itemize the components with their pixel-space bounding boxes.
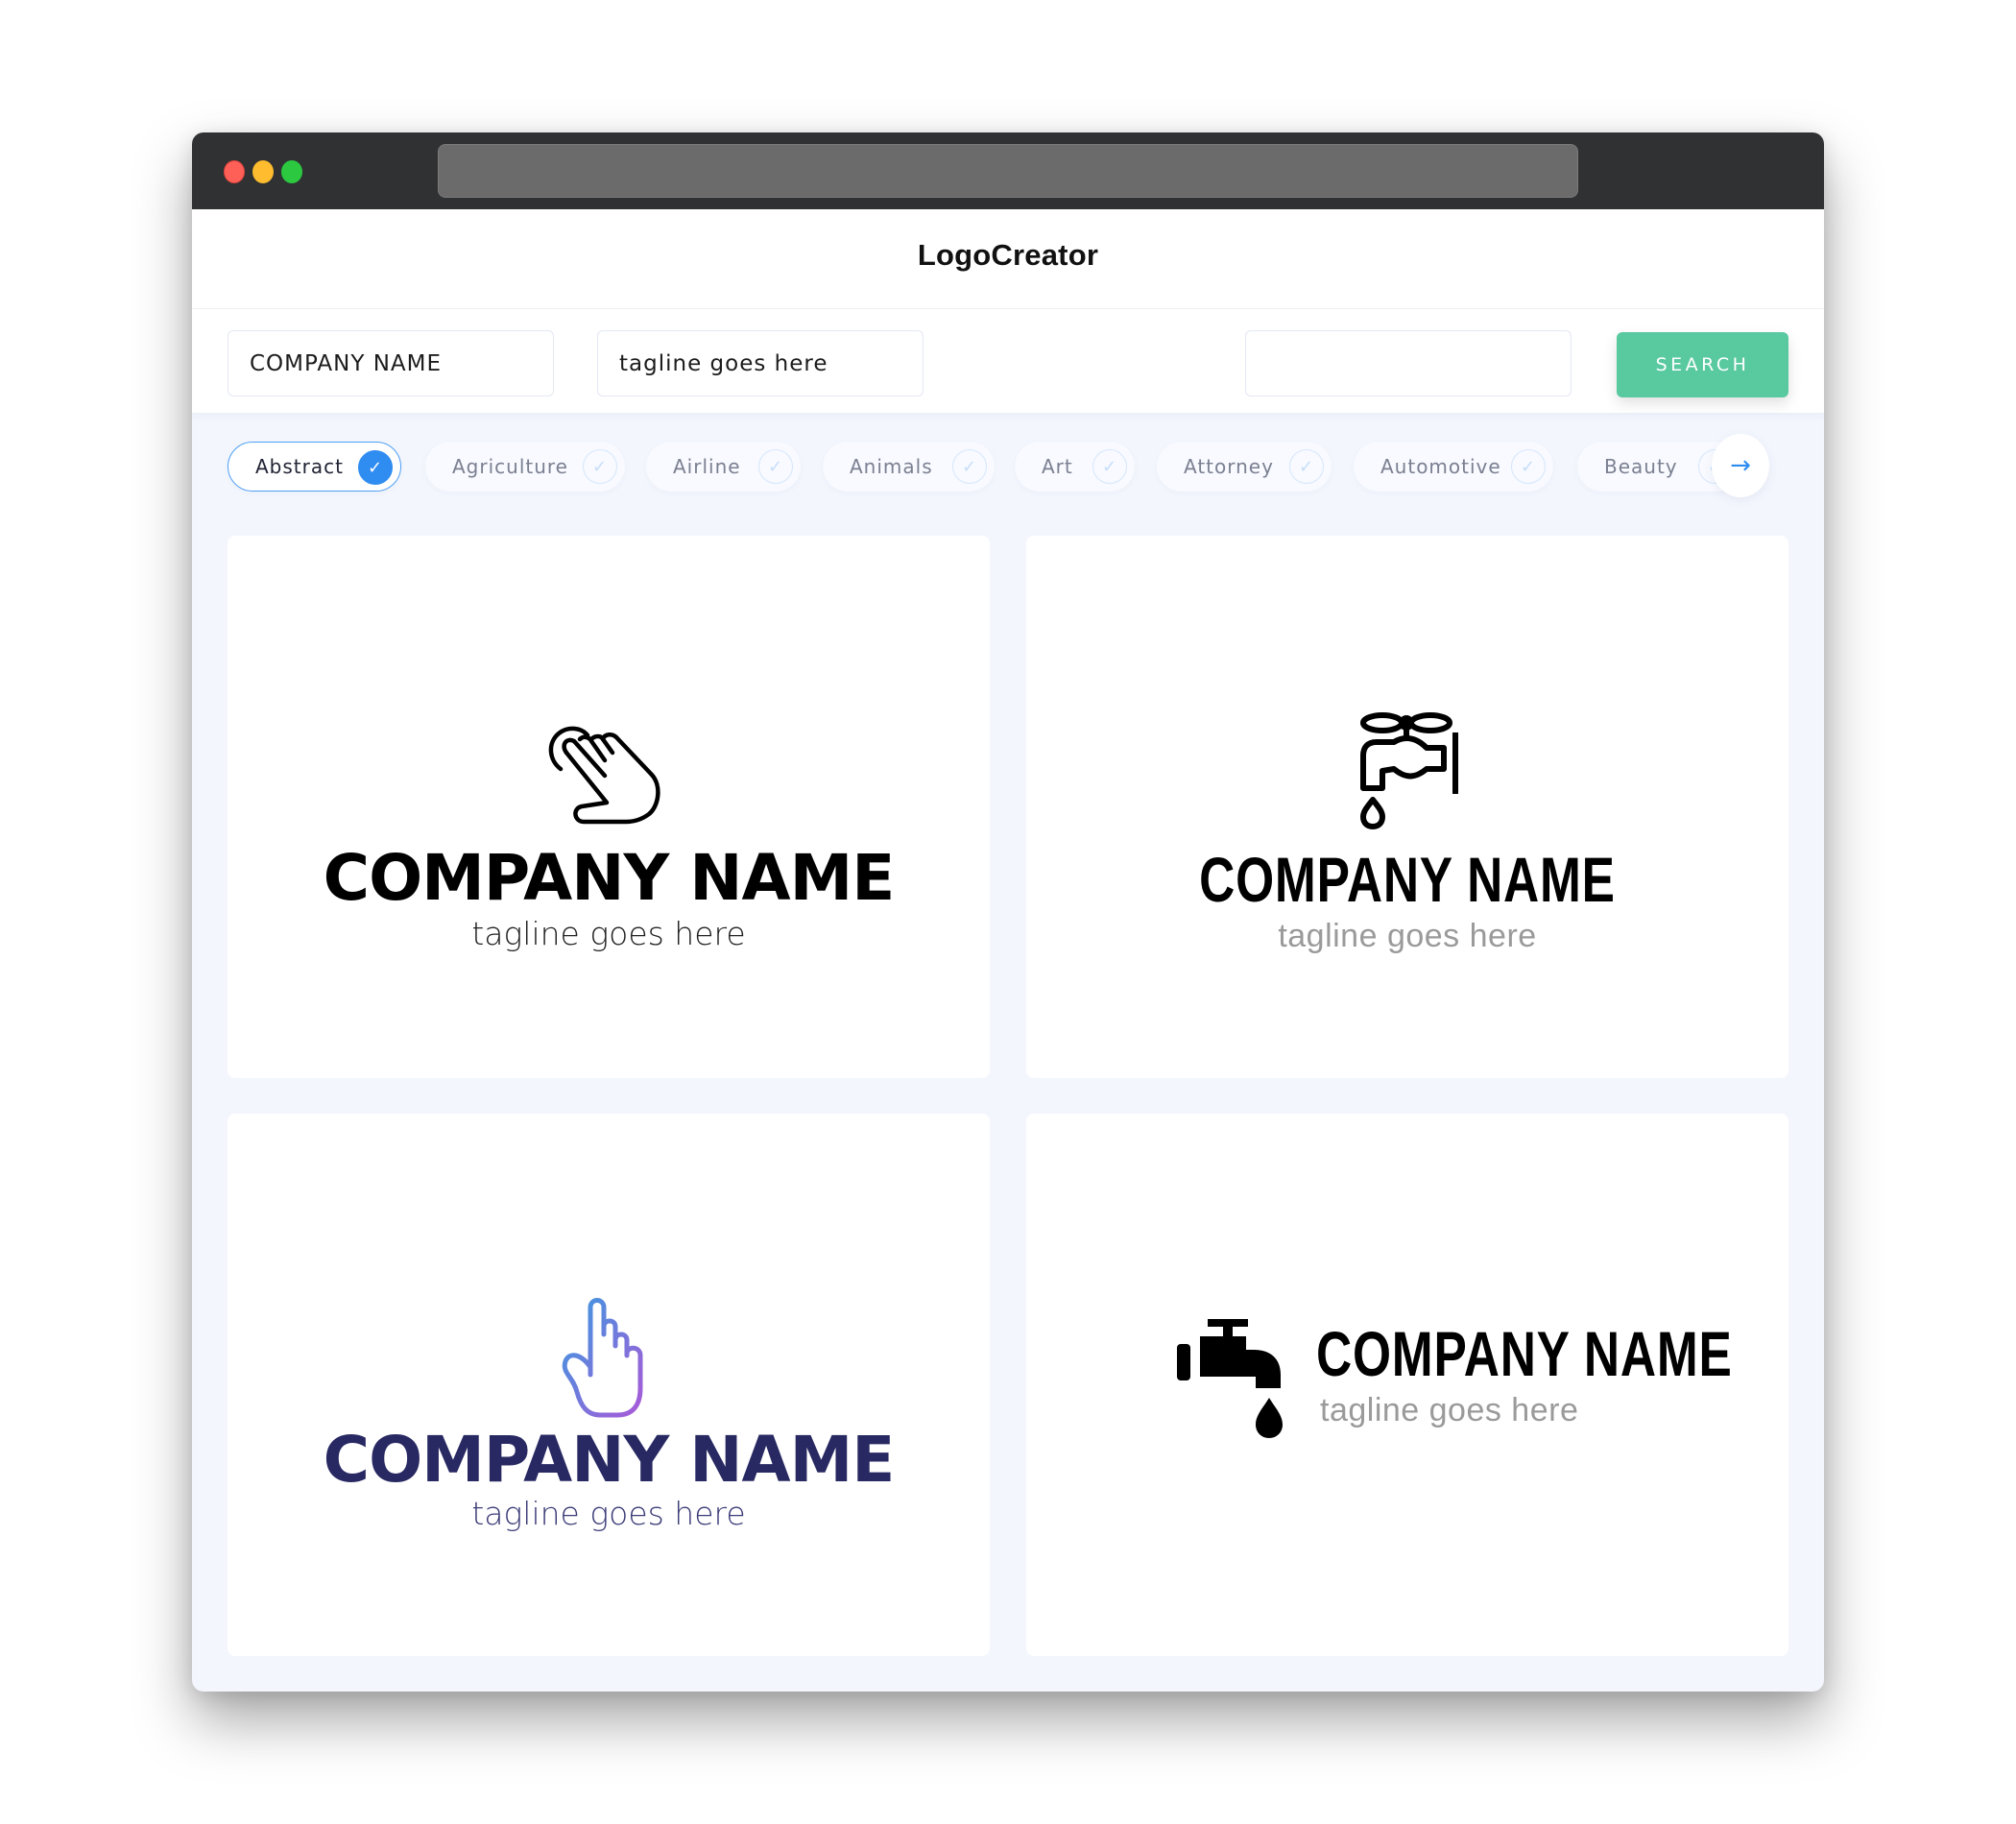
category-chip-automotive[interactable]: Automotive ✓	[1354, 442, 1553, 492]
check-icon: ✓	[358, 450, 393, 485]
logo-card[interactable]: COMPANY NAME tagline goes here	[228, 1114, 990, 1656]
category-chip-label: Attorney	[1184, 455, 1274, 478]
check-icon: ✓	[952, 449, 987, 484]
logo-tagline: tagline goes here	[1320, 1392, 1579, 1428]
logo-company-name: COMPANY NAME	[1316, 1318, 1733, 1389]
category-chip-label: Agriculture	[452, 455, 568, 478]
logo-card[interactable]: COMPANY NAME tagline goes here	[1026, 1114, 1788, 1656]
category-chip-label: Automotive	[1380, 455, 1501, 478]
category-chip-attorney[interactable]: Attorney ✓	[1157, 442, 1332, 492]
check-icon: ✓	[758, 449, 793, 484]
minimize-window-button[interactable]	[252, 160, 274, 183]
logo-tagline: tagline goes here	[471, 1495, 746, 1532]
category-chip-airline[interactable]: Airline ✓	[646, 442, 801, 492]
browser-window: LogoCreator COMPANY NAME tagline goes he…	[192, 132, 1824, 1692]
title-bar	[192, 132, 1824, 209]
address-bar[interactable]	[438, 144, 1578, 198]
company-name-input[interactable]: COMPANY NAME	[228, 330, 554, 396]
logo-card[interactable]: COMPANY NAME tagline goes here	[1026, 536, 1788, 1078]
logo-tagline: tagline goes here	[471, 915, 746, 952]
search-bar: COMPANY NAME tagline goes here SEARCH	[192, 309, 1824, 413]
brand-logo[interactable]: LogoCreator	[918, 238, 1098, 273]
pointing-hand-click-icon	[548, 726, 660, 825]
keyword-input[interactable]	[1245, 330, 1572, 396]
category-chip-abstract[interactable]: Abstract ✓	[228, 442, 401, 492]
category-chip-label: Airline	[673, 455, 741, 478]
check-icon: ✓	[1289, 449, 1324, 484]
tagline-input[interactable]: tagline goes here	[597, 330, 924, 396]
category-chip-label: Beauty	[1604, 455, 1678, 478]
logo-tagline: tagline goes here	[1278, 918, 1537, 954]
logo-text: COMPANY NAME	[228, 841, 990, 915]
check-icon: ✓	[583, 449, 617, 484]
maximize-window-button[interactable]	[281, 160, 302, 183]
logo-company-name: COMPANY NAME	[323, 841, 896, 915]
pointing-finger-up-icon	[562, 1298, 643, 1418]
logo-card[interactable]: COMPANY NAME tagline goes here	[228, 536, 990, 1078]
category-chip-label: Abstract	[255, 455, 344, 478]
logo-company-name: COMPANY NAME	[323, 1423, 896, 1497]
arrow-right-icon: →	[1730, 451, 1751, 480]
category-chip-label: Art	[1042, 455, 1073, 478]
category-chip-label: Animals	[850, 455, 933, 478]
category-chip-agriculture[interactable]: Agriculture ✓	[425, 442, 625, 492]
check-icon: ✓	[1092, 449, 1127, 484]
logo-company-name: COMPANY NAME	[1199, 844, 1616, 915]
category-filter-bar: Abstract ✓ Agriculture ✓ Airline ✓ Anima…	[192, 413, 1824, 516]
category-chip-art[interactable]: Art ✓	[1015, 442, 1135, 492]
category-chip-animals[interactable]: Animals ✓	[823, 442, 995, 492]
site-header: LogoCreator	[192, 209, 1824, 309]
water-faucet-outline-icon	[1360, 712, 1458, 829]
check-icon: ✓	[1511, 449, 1546, 484]
close-window-button[interactable]	[224, 160, 245, 183]
water-faucet-solid-icon	[1177, 1319, 1283, 1438]
search-button[interactable]: SEARCH	[1617, 332, 1788, 397]
scroll-categories-right-button[interactable]: →	[1712, 434, 1769, 497]
